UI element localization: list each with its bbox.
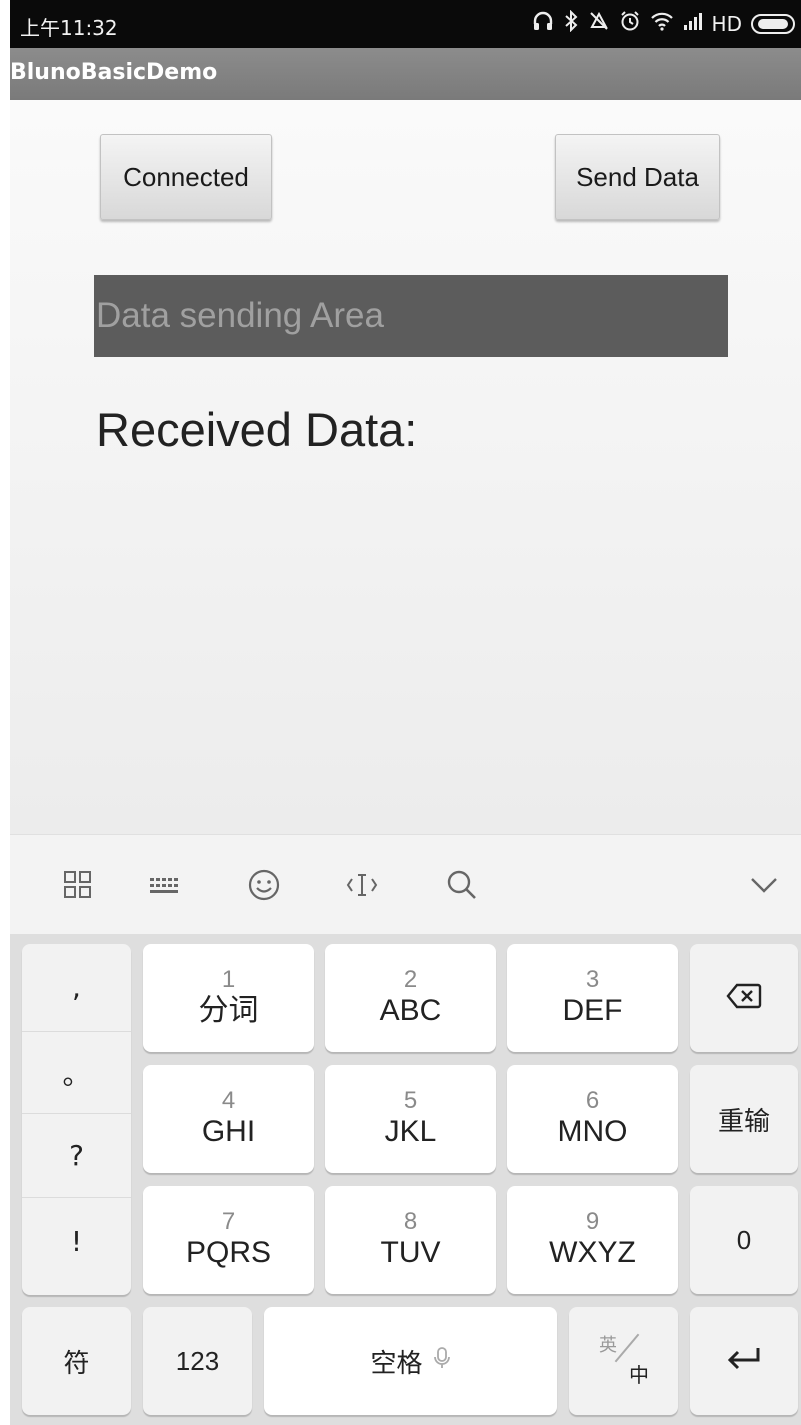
vibrate-off-icon (588, 10, 610, 38)
cursor-icon[interactable] (340, 863, 384, 907)
key-5[interactable]: 5 JKL (325, 1065, 496, 1173)
alarm-icon (619, 10, 641, 38)
grid-icon[interactable] (56, 863, 100, 907)
send-data-button[interactable]: Send Data (555, 134, 720, 220)
key-4-letters: GHI (201, 1115, 256, 1148)
key-6-letters: MNO (557, 1115, 628, 1148)
status-icons: HD (532, 9, 795, 38)
lang-zh-label: 中 (629, 1365, 649, 1387)
key-7-letters: PQRS (185, 1236, 272, 1269)
status-bar: 上午11:32 HD (10, 0, 801, 48)
wifi-icon (650, 10, 674, 38)
bluetooth-icon (563, 9, 579, 38)
key-1-number: 1 (221, 966, 236, 993)
key-8-letters: TUV (380, 1236, 441, 1269)
punct-period-key[interactable]: 。 (22, 1032, 131, 1114)
chevron-down-icon[interactable] (742, 863, 786, 907)
key-9-letters: WXYZ (549, 1236, 636, 1269)
phone-screen: 上午11:32 HD BlunoBasicDemo Connected Send… (10, 0, 801, 1425)
signal-icon (683, 11, 703, 37)
network-label: HD (711, 12, 742, 36)
emoji-icon[interactable] (242, 863, 286, 907)
key-1[interactable]: 1 分词 (143, 944, 314, 1052)
battery-icon (751, 14, 795, 34)
main-content: Connected Send Data Received Data: (10, 100, 801, 834)
backspace-key[interactable] (690, 944, 798, 1052)
received-data-label: Received Data: (96, 403, 418, 456)
key-4-number: 4 (221, 1087, 236, 1114)
key-2[interactable]: 2 ABC (325, 944, 496, 1052)
keyboard-toolbar (10, 834, 801, 934)
symbol-key[interactable]: 符 (22, 1307, 131, 1415)
punct-question-key[interactable]: ? (22, 1114, 131, 1198)
key-2-number: 2 (403, 966, 418, 993)
search-icon[interactable] (440, 863, 484, 907)
keyboard-icon[interactable] (142, 863, 186, 907)
key-5-letters: JKL (384, 1115, 437, 1148)
microphone-icon (433, 1346, 451, 1376)
numeric-key-label: 123 (175, 1345, 220, 1376)
enter-key[interactable] (690, 1307, 798, 1415)
key-9[interactable]: 9 WXYZ (507, 1186, 678, 1294)
key-7[interactable]: 7 PQRS (143, 1186, 314, 1294)
language-switch-key[interactable]: 英 中 (569, 1307, 678, 1415)
data-sending-input[interactable] (94, 275, 728, 357)
key-5-number: 5 (403, 1087, 418, 1114)
action-bar: BlunoBasicDemo (10, 48, 801, 100)
space-key-label: 空格 (370, 1347, 423, 1378)
symbol-key-label: 符 (63, 1347, 90, 1378)
key-2-letters: ABC (379, 994, 442, 1027)
key-9-number: 9 (585, 1208, 600, 1235)
lang-en-label: 英 (599, 1335, 617, 1355)
key-3-letters: DEF (562, 994, 623, 1027)
key-8[interactable]: 8 TUV (325, 1186, 496, 1294)
headphones-icon (532, 10, 554, 38)
numeric-key[interactable]: 123 (143, 1307, 252, 1415)
status-time: 上午11:32 (20, 16, 118, 40)
space-key[interactable]: 空格 (264, 1307, 557, 1415)
language-switch: 英 中 (569, 1307, 678, 1415)
enter-icon (724, 1344, 764, 1379)
punct-comma-key[interactable]: , (22, 944, 131, 1032)
backspace-icon (726, 982, 762, 1015)
punct-exclaim-key[interactable]: ! (22, 1198, 131, 1284)
key-1-letters: 分词 (198, 994, 259, 1027)
key-7-number: 7 (221, 1208, 236, 1235)
keyboard: , 。 ? ! 1 分词 2 ABC 3 DEF 4 GHI 5 JKL 6 M… (10, 934, 801, 1425)
connected-button[interactable]: Connected (100, 134, 272, 220)
key-3[interactable]: 3 DEF (507, 944, 678, 1052)
reset-key[interactable]: 重输 (690, 1065, 798, 1173)
key-6[interactable]: 6 MNO (507, 1065, 678, 1173)
app-title: BlunoBasicDemo (10, 60, 218, 85)
key-8-number: 8 (403, 1208, 418, 1235)
key-6-number: 6 (585, 1087, 600, 1114)
zero-key[interactable]: 0 (690, 1186, 798, 1294)
reset-key-label: 重输 (717, 1105, 770, 1136)
zero-key-label: 0 (736, 1224, 752, 1255)
key-3-number: 3 (585, 966, 600, 993)
punctuation-column: , 。 ? ! (22, 944, 131, 1295)
key-4[interactable]: 4 GHI (143, 1065, 314, 1173)
